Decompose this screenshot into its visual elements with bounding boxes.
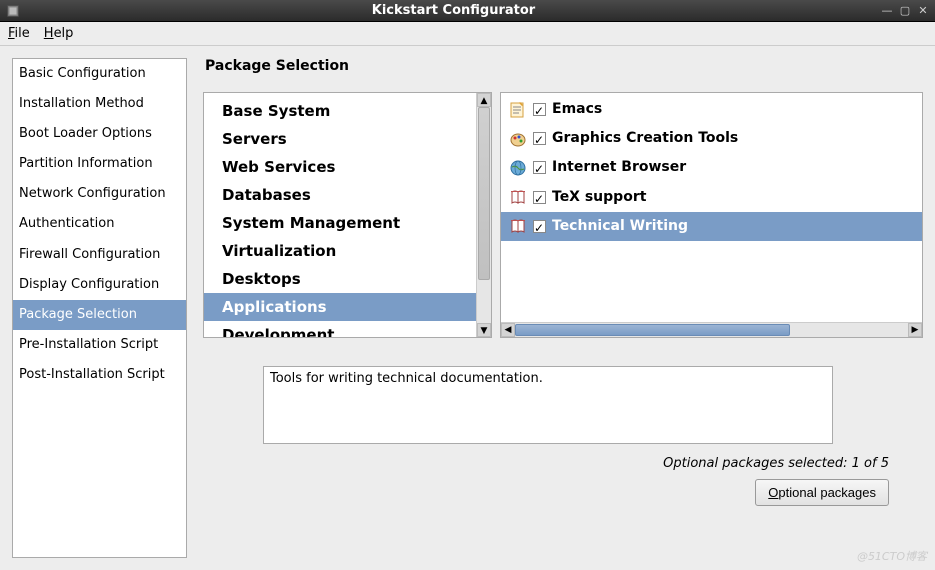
package-checkbox[interactable] <box>533 191 546 204</box>
menu-help[interactable]: Help <box>44 26 74 41</box>
package-tex-support[interactable]: TeX support <box>501 183 922 212</box>
menu-file[interactable]: File <box>8 26 30 41</box>
sidebar-item-pre-installation-script[interactable]: Pre-Installation Script <box>13 330 186 360</box>
close-button[interactable]: ✕ <box>917 5 929 17</box>
sidebar: Basic Configuration Installation Method … <box>12 58 187 558</box>
scroll-left-icon[interactable]: ◀ <box>501 323 515 337</box>
window-title: Kickstart Configurator <box>26 3 881 18</box>
category-databases[interactable]: Databases <box>204 181 476 209</box>
content-area: Basic Configuration Installation Method … <box>0 46 935 570</box>
package-graphics-creation-tools[interactable]: Graphics Creation Tools <box>501 124 922 153</box>
package-label: Emacs <box>552 97 602 122</box>
note-icon <box>509 101 527 119</box>
book-icon <box>509 188 527 206</box>
minimize-button[interactable]: — <box>881 5 893 17</box>
category-system-management[interactable]: System Management <box>204 209 476 237</box>
menubar: File Help <box>0 22 935 46</box>
category-web-services[interactable]: Web Services <box>204 153 476 181</box>
sidebar-item-post-installation-script[interactable]: Post-Installation Script <box>13 360 186 390</box>
optional-packages-button[interactable]: Optional packages <box>755 479 889 506</box>
package-label: Internet Browser <box>552 155 686 180</box>
sidebar-item-package-selection[interactable]: Package Selection <box>13 300 186 330</box>
package-internet-browser[interactable]: Internet Browser <box>501 153 922 182</box>
sidebar-item-installation-method[interactable]: Installation Method <box>13 89 186 119</box>
hscroll-thumb[interactable] <box>515 324 790 336</box>
sidebar-item-basic-configuration[interactable]: Basic Configuration <box>13 59 186 89</box>
category-list: Base System Servers Web Services Databas… <box>204 93 476 337</box>
titlebar: Kickstart Configurator — ▢ ✕ <box>0 0 935 22</box>
sidebar-item-authentication[interactable]: Authentication <box>13 209 186 239</box>
sidebar-item-display-configuration[interactable]: Display Configuration <box>13 270 186 300</box>
category-listbox: Base System Servers Web Services Databas… <box>203 92 492 338</box>
sidebar-item-boot-loader-options[interactable]: Boot Loader Options <box>13 119 186 149</box>
package-listbox: Emacs Graphics Creation Tools Internet B… <box>500 92 923 338</box>
package-label: Graphics Creation Tools <box>552 126 738 151</box>
maximize-button[interactable]: ▢ <box>899 5 911 17</box>
hscroll-track[interactable] <box>515 323 908 337</box>
scroll-up-icon[interactable]: ▲ <box>477 93 491 107</box>
package-list: Emacs Graphics Creation Tools Internet B… <box>501 93 922 322</box>
scroll-thumb[interactable] <box>478 107 490 280</box>
package-technical-writing[interactable]: Technical Writing <box>501 212 922 241</box>
watermark: @51CTO博客 <box>857 548 927 564</box>
category-base-system[interactable]: Base System <box>204 97 476 125</box>
category-desktops[interactable]: Desktops <box>204 265 476 293</box>
app-icon <box>6 4 20 18</box>
sidebar-item-firewall-configuration[interactable]: Firewall Configuration <box>13 240 186 270</box>
category-development[interactable]: Development <box>204 321 476 337</box>
category-scrollbar[interactable]: ▲ ▼ <box>476 93 491 337</box>
package-checkbox[interactable] <box>533 103 546 116</box>
palette-icon <box>509 130 527 148</box>
scroll-track[interactable] <box>477 107 491 323</box>
package-selection-row: Base System Servers Web Services Databas… <box>203 92 923 338</box>
category-virtualization[interactable]: Virtualization <box>204 237 476 265</box>
sidebar-item-partition-information[interactable]: Partition Information <box>13 149 186 179</box>
package-hscrollbar[interactable]: ◀ ▶ <box>501 322 922 337</box>
window-buttons: — ▢ ✕ <box>881 5 929 17</box>
globe-icon <box>509 159 527 177</box>
button-row: Optional packages <box>203 479 923 506</box>
book-icon <box>509 217 527 235</box>
scroll-down-icon[interactable]: ▼ <box>477 323 491 337</box>
optional-packages-status: Optional packages selected: 1 of 5 <box>203 452 923 479</box>
description-box: Tools for writing technical documentatio… <box>263 366 833 444</box>
scroll-right-icon[interactable]: ▶ <box>908 323 922 337</box>
package-checkbox[interactable] <box>533 220 546 233</box>
package-label: Technical Writing <box>552 214 688 239</box>
package-checkbox[interactable] <box>533 161 546 174</box>
package-checkbox[interactable] <box>533 132 546 145</box>
main-panel: Package Selection Base System Servers We… <box>203 58 923 558</box>
section-title: Package Selection <box>203 58 923 74</box>
category-applications[interactable]: Applications <box>204 293 476 321</box>
package-label: TeX support <box>552 185 646 210</box>
sidebar-item-network-configuration[interactable]: Network Configuration <box>13 179 186 209</box>
category-servers[interactable]: Servers <box>204 125 476 153</box>
package-emacs[interactable]: Emacs <box>501 95 922 124</box>
